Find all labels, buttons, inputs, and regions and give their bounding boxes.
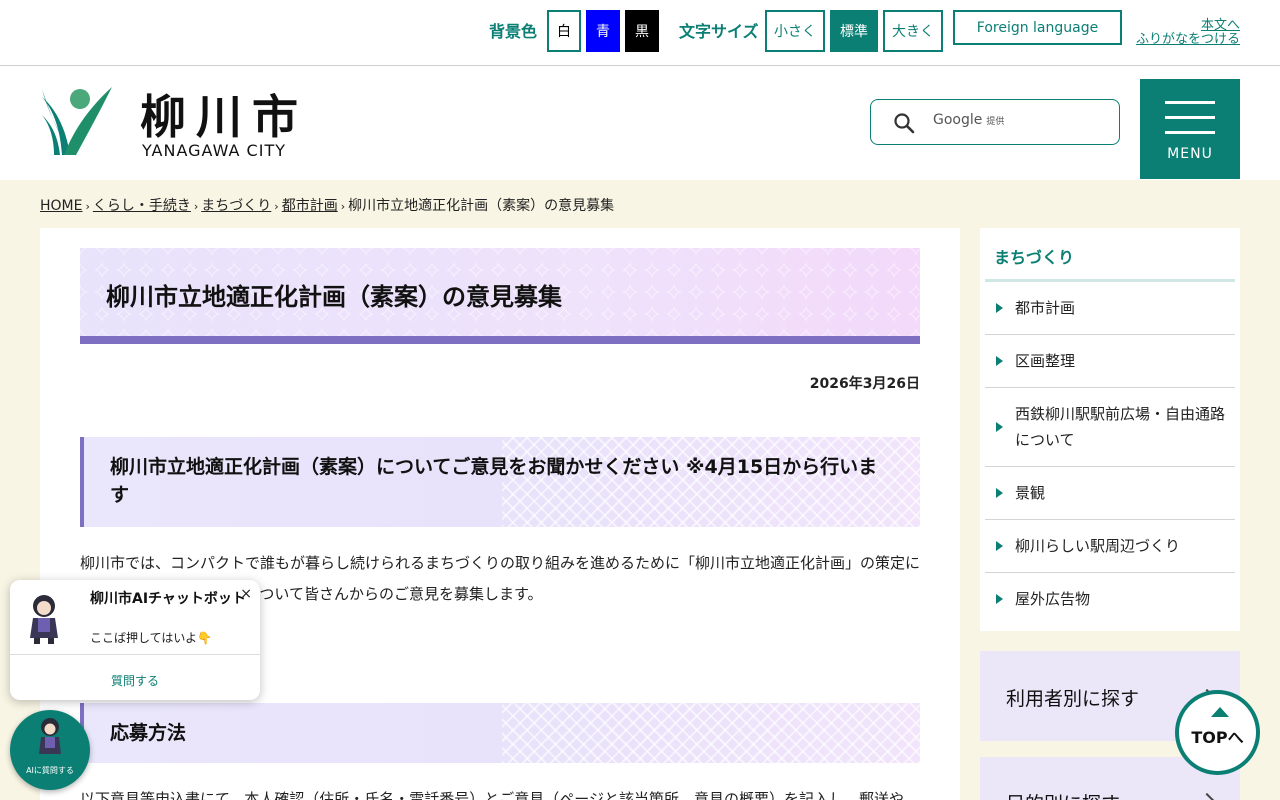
text-small-button[interactable]: 小さく: [765, 10, 825, 52]
side-nav-item-landscape[interactable]: 景観: [985, 467, 1235, 520]
city-name[interactable]: 柳川市: [140, 81, 308, 147]
text-size-label: 文字サイズ: [679, 22, 759, 41]
triangle-right-icon: [996, 356, 1003, 366]
breadcrumb-separator: ›: [85, 200, 90, 213]
side-nav-item-label: 都市計画: [1015, 299, 1076, 317]
breadcrumb-urban-planning[interactable]: 都市計画: [282, 198, 338, 214]
breadcrumb-current: 柳川市立地適正化計画（素案）の意見募集: [348, 198, 615, 214]
chatbot-divider: [10, 654, 260, 655]
back-to-top-label: TOPへ: [1191, 728, 1244, 747]
foreign-language-button[interactable]: Foreign language: [953, 10, 1122, 45]
side-nav-item-label: 屋外広告物: [1015, 590, 1091, 608]
city-emblem-icon[interactable]: [40, 85, 114, 159]
breadcrumb-home[interactable]: HOME: [40, 198, 82, 214]
search-provider: 提供: [986, 117, 1005, 127]
utility-links: 本文へ ふりがなをつける: [1136, 19, 1240, 47]
chevron-right-icon: [1199, 792, 1215, 800]
chatbot-mascot-icon: [30, 595, 58, 644]
side-nav-list: 都市計画 区画整理 西鉄柳川駅駅前広場・自由通路について 景観 柳川らしい駅周辺…: [985, 282, 1235, 625]
arrow-up-icon: [1211, 707, 1229, 717]
publish-date: 2026年3月26日: [809, 376, 920, 392]
breadcrumb-separator: ›: [274, 200, 279, 213]
chatbot-mascot-icon: [39, 718, 61, 754]
hamburger-icon: [1165, 101, 1215, 104]
section-heading-how-to-apply: 応募方法: [80, 703, 920, 763]
triangle-right-icon: [996, 488, 1003, 498]
bg-blue-button[interactable]: 青: [586, 10, 620, 52]
breadcrumb-separator: ›: [340, 200, 346, 213]
chatbot-title: 柳川市AIチャットボット: [90, 591, 246, 607]
close-icon[interactable]: ×: [240, 586, 252, 602]
side-nav-item-label: 柳川らしい駅周辺づくり: [1015, 537, 1181, 555]
site-header: 柳川市 YANAGAWA CITY Google 提供 MENU: [0, 67, 1280, 180]
triangle-right-icon: [996, 594, 1003, 604]
side-nav-item-outdoor-ads[interactable]: 屋外広告物: [985, 573, 1235, 625]
menu-label: MENU: [1167, 146, 1213, 162]
back-to-top-button[interactable]: TOPへ: [1175, 690, 1260, 775]
side-nav-item-urban-planning[interactable]: 都市計画: [985, 282, 1235, 335]
search-by-purpose-label: 目的別に探す: [1006, 789, 1120, 800]
triangle-right-icon: [996, 541, 1003, 551]
hamburger-icon: [1165, 131, 1215, 134]
city-name-en: YANAGAWA CITY: [142, 141, 286, 160]
breadcrumb-separator: ›: [193, 200, 199, 213]
page-title: 柳川市立地適正化計画（素案）の意見募集: [106, 283, 562, 311]
skip-to-content-link[interactable]: 本文へ: [1136, 19, 1240, 33]
apply-paragraph: 以下意見等申込書にて、本人確認（住所・氏名・電話番号）とご意見（ページと該当箇所…: [80, 790, 904, 800]
side-nav-item-label: 区画整理: [1015, 352, 1076, 370]
search-placeholder: Google: [933, 112, 983, 128]
section-heading-opinion-text: 柳川市立地適正化計画（素案）についてご意見をお聞かせください ※4月15日から行…: [110, 456, 878, 506]
side-nav-item-label: 西鉄柳川駅駅前広場・自由通路について: [1015, 405, 1226, 449]
side-nav-title[interactable]: まちづくり: [994, 244, 1074, 268]
utility-bar: 背景色 白 青 黒 文字サイズ 小さく 標準 大きく Foreign langu…: [0, 0, 1280, 66]
text-standard-button[interactable]: 標準: [830, 10, 878, 52]
chatbot-launcher-button[interactable]: AIに質問する: [10, 710, 90, 790]
search-by-user-label: 利用者別に探す: [1006, 688, 1140, 710]
search-input[interactable]: Google 提供: [933, 112, 1004, 128]
search-icon[interactable]: [893, 112, 915, 134]
bg-color-label: 背景色: [489, 22, 538, 41]
chatbot-subtitle: ここば押してはいよ👇: [90, 631, 213, 645]
bg-black-button[interactable]: 黒: [625, 10, 659, 52]
breadcrumb-living[interactable]: くらし・手続き: [93, 198, 191, 214]
bg-white-button[interactable]: 白: [547, 10, 581, 52]
main-content: 柳川市立地適正化計画（素案）の意見募集 2026年3月26日 柳川市立地適正化計…: [40, 228, 960, 800]
side-nav-item-station-plaza[interactable]: 西鉄柳川駅駅前広場・自由通路について: [985, 388, 1235, 467]
side-nav-item-station-area[interactable]: 柳川らしい駅周辺づくり: [985, 520, 1235, 573]
section-heading-opinion: 柳川市立地適正化計画（素案）についてご意見をお聞かせください ※4月15日から行…: [80, 437, 920, 527]
breadcrumb-town-planning[interactable]: まちづくり: [201, 198, 271, 214]
section-heading-how-to-apply-text: 応募方法: [110, 722, 187, 744]
chatbot-launcher-label: AIに質問する: [26, 766, 74, 775]
furigana-link[interactable]: ふりがなをつける: [1136, 33, 1240, 47]
chatbot-popup[interactable]: 柳川市AIチャットボット ここば押してはいよ👇 × 質問する: [10, 580, 260, 700]
side-nav-item-land-readjustment[interactable]: 区画整理: [985, 335, 1235, 388]
side-nav-item-label: 景観: [1015, 484, 1046, 502]
triangle-right-icon: [996, 422, 1003, 432]
text-large-button[interactable]: 大きく: [883, 10, 943, 52]
chatbot-ask-button[interactable]: 質問する: [10, 672, 260, 689]
breadcrumb: HOME › くらし・手続き › まちづくり › 都市計画 › 柳川市立地適正化計画（素案）の意…: [40, 195, 614, 215]
side-navigation: まちづくり 都市計画 区画整理 西鉄柳川駅駅前広場・自由通路について 景観 柳川…: [980, 228, 1240, 631]
menu-button[interactable]: MENU: [1140, 79, 1240, 179]
triangle-right-icon: [996, 303, 1003, 313]
search-box[interactable]: Google 提供: [870, 99, 1120, 145]
page-title-banner: 柳川市立地適正化計画（素案）の意見募集: [80, 248, 920, 344]
hamburger-icon: [1165, 116, 1215, 119]
